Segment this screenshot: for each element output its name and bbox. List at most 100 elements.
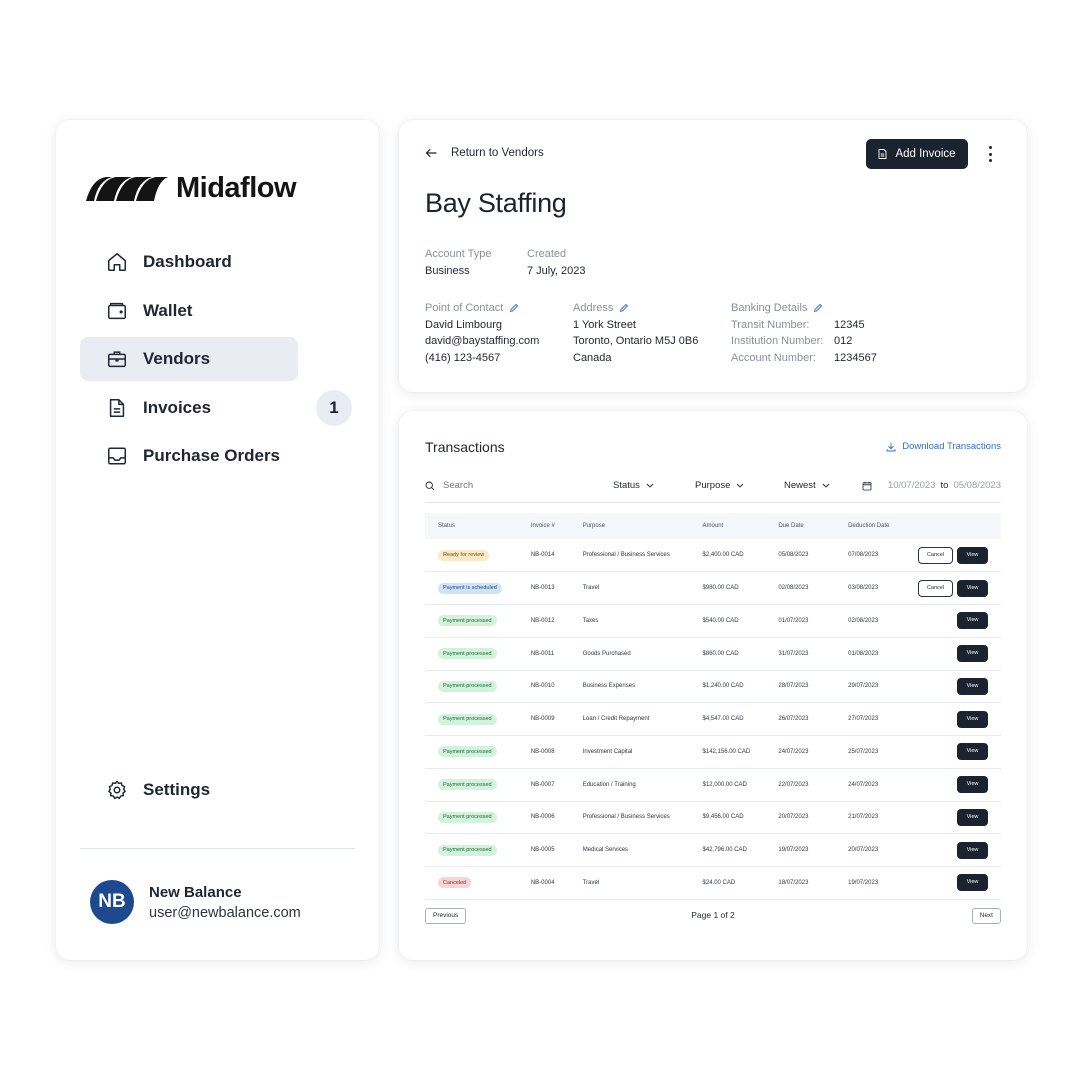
- amount-cell: $42,796.00 CAD: [702, 847, 747, 854]
- created-field: Created 7 July, 2023: [527, 246, 586, 279]
- column-header: Deduction Date: [848, 523, 890, 529]
- vendor-details-card: Return to Vendors Add Invoice Bay Staffi…: [399, 120, 1027, 392]
- status-badge: Ready for review: [438, 549, 490, 561]
- avatar: NB: [90, 880, 134, 924]
- deduction-date-cell: 27/07/2023: [848, 716, 879, 723]
- more-options-icon[interactable]: [983, 144, 997, 164]
- column-header: Status: [438, 523, 456, 529]
- midaflow-logo-icon: [86, 176, 168, 201]
- account-type-field: Account Type Business: [425, 246, 491, 279]
- field-label: Created: [527, 248, 567, 260]
- field-label: Banking Details: [731, 302, 808, 314]
- cancel-button[interactable]: Cancel: [918, 546, 953, 564]
- purpose-filter-label: Purpose: [695, 480, 731, 491]
- status-badge: Payment is scheduled: [438, 582, 502, 594]
- purpose-cell: Education / Training: [582, 781, 636, 788]
- sidebar-item-label: Purchase Orders: [143, 446, 281, 465]
- account-row: Account Number: 1234567: [731, 350, 877, 367]
- amount-cell: $860.00 CAD: [702, 650, 739, 657]
- sidebar-item-vendors[interactable]: Vendors: [80, 337, 298, 381]
- invoice-cell: NB-0009: [530, 716, 555, 723]
- edit-pencil-icon[interactable]: [813, 303, 823, 313]
- address-line: Toronto, Ontario M5J 0B6: [573, 335, 699, 347]
- status-badge: Payment processed: [438, 779, 497, 791]
- deduction-date-cell: 29/07/2023: [848, 683, 879, 690]
- invoice-cell: NB-0004: [530, 879, 555, 886]
- invoice-cell: NB-0013: [530, 585, 555, 592]
- sidebar-item-label: Vendors: [143, 349, 211, 368]
- user-name: New Balance: [149, 883, 242, 901]
- table-row: Payment processed NB-0012 Taxes $540.00 CAD…: [425, 605, 1001, 638]
- status-cell: Payment processed: [425, 703, 518, 736]
- field-label: Address: [573, 302, 614, 314]
- edit-pencil-icon[interactable]: [619, 303, 629, 313]
- view-button[interactable]: View: [957, 710, 988, 728]
- download-icon: [886, 442, 896, 451]
- next-page-button[interactable]: Next: [971, 908, 1001, 924]
- user-profile[interactable]: NB New Balance user@newbalance.com: [90, 880, 301, 924]
- sidebar-item-invoices[interactable]: Invoices 1: [80, 386, 360, 430]
- wallet-icon: [108, 302, 126, 319]
- home-icon: [108, 253, 126, 271]
- transit-row: Transit Number: 12345: [731, 317, 877, 334]
- transit-label: Transit Number:: [731, 318, 810, 331]
- institution-value: 012: [834, 335, 853, 347]
- view-button[interactable]: View: [957, 874, 988, 892]
- edit-pencil-icon[interactable]: [509, 303, 519, 313]
- due-date-cell: 20/07/2023: [778, 814, 809, 821]
- logo[interactable]: Midaflow: [86, 172, 297, 205]
- invoice-cell: NB-0014: [530, 552, 555, 559]
- briefcase-icon: [108, 351, 126, 368]
- amount-cell: $142,156.00 CAD: [702, 748, 751, 755]
- actions-cell: View: [905, 768, 1001, 801]
- document-icon: [109, 398, 125, 417]
- deduction-date-cell: 07/08/2023: [848, 552, 879, 559]
- view-button[interactable]: View: [957, 546, 988, 564]
- status-filter-dropdown[interactable]: Status: [613, 480, 654, 491]
- transactions-card: Transactions Download Transactions Statu…: [399, 411, 1027, 960]
- actions-cell: View: [905, 736, 1001, 769]
- status-badge: Payment processed: [438, 844, 497, 856]
- status-cell: Canceled: [425, 867, 518, 900]
- cancel-button[interactable]: Cancel: [918, 579, 953, 597]
- download-transactions-label: Download Transactions: [902, 441, 1001, 452]
- status-filter-label: Status: [613, 480, 640, 491]
- search-icon: [425, 481, 435, 490]
- search-box: [425, 480, 563, 491]
- status-badge: Payment processed: [438, 648, 497, 660]
- due-date-cell: 22/07/2023: [778, 781, 809, 788]
- add-invoice-button[interactable]: Add Invoice: [866, 139, 968, 169]
- sidebar-item-dashboard[interactable]: Dashboard: [80, 240, 360, 284]
- sidebar-item-label: Settings: [143, 780, 211, 799]
- sidebar-item-wallet[interactable]: Wallet: [80, 289, 360, 333]
- column-header-actions: [905, 513, 1001, 539]
- view-button[interactable]: View: [957, 579, 988, 597]
- sidebar-item-settings[interactable]: Settings: [80, 768, 360, 812]
- view-button[interactable]: View: [957, 612, 988, 630]
- return-to-vendors-link[interactable]: Return to Vendors: [425, 147, 544, 159]
- view-button[interactable]: View: [957, 677, 988, 695]
- invoice-cell: NB-0011: [530, 650, 555, 657]
- sidebar-item-label: Wallet: [143, 300, 193, 320]
- purpose-filter-dropdown[interactable]: Purpose: [695, 480, 744, 491]
- view-button[interactable]: View: [957, 841, 988, 859]
- amount-cell: $2,400.00 CAD: [702, 552, 744, 559]
- date-range-picker[interactable]: 10/07/2023 to 05/08/2023: [862, 480, 1001, 491]
- sidebar-item-purchase-orders[interactable]: Purchase Orders: [80, 434, 360, 478]
- column-header: Amount: [702, 523, 724, 529]
- status-badge: Payment processed: [438, 811, 497, 823]
- table-row: Payment is scheduled NB-0013 Travel $980.00…: [425, 572, 1001, 605]
- view-button[interactable]: View: [957, 645, 988, 663]
- field-label: Account Type: [425, 248, 492, 260]
- sort-dropdown[interactable]: Newest: [784, 480, 830, 491]
- due-date-cell: 24/07/2023: [778, 748, 809, 755]
- view-button[interactable]: View: [957, 776, 988, 794]
- search-input[interactable]: [443, 480, 563, 491]
- view-button[interactable]: View: [957, 743, 988, 761]
- amount-cell: $1,240.00 CAD: [702, 683, 744, 690]
- view-button[interactable]: View: [957, 808, 988, 826]
- purpose-cell: Taxes: [582, 617, 599, 624]
- download-transactions-link[interactable]: Download Transactions: [886, 441, 1001, 452]
- actions-cell: View: [905, 605, 1001, 638]
- inbox-icon: [108, 447, 126, 465]
